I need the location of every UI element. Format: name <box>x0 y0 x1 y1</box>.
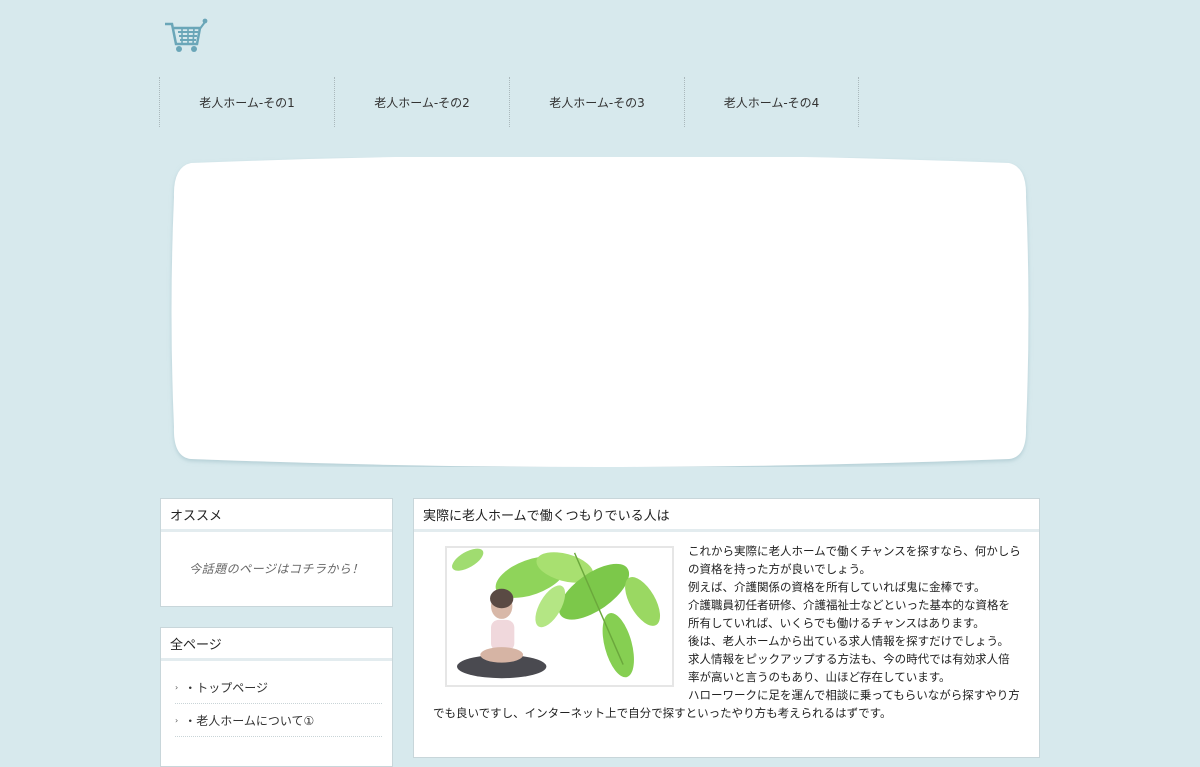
all-pages-box: 全ページ › ・トップページ › ・老人ホームについて① <box>160 627 393 767</box>
page-list-item[interactable]: › ・老人ホームについて① <box>175 704 382 737</box>
recommend-title: オススメ <box>161 499 392 532</box>
nav-item-3[interactable]: 老人ホーム-その3 <box>510 77 685 127</box>
article-paragraph: ハローワークに足を運んで相談に乗ってもらいながら探すやり方でも良いですし、インタ… <box>433 688 1020 720</box>
nav-item-1[interactable]: 老人ホーム-その1 <box>160 77 335 127</box>
page-list-item-label: ・トップページ <box>184 680 268 695</box>
article-body: これから実際に老人ホームで働くチャンスを探すなら、何かしらの資格を持った方が良い… <box>414 532 1039 722</box>
page-list-item-label: ・老人ホームについて① <box>184 713 315 728</box>
page-list-item[interactable]: › ・トップページ <box>175 671 382 704</box>
page-list: › ・トップページ › ・老人ホームについて① <box>161 661 392 737</box>
article-box: 実際に老人ホームで働くつもりでいる人は これから実際に老人ホームで働くチャンスを… <box>413 498 1040 758</box>
meditation-photo <box>445 546 674 687</box>
hero-panel <box>171 157 1029 467</box>
recommend-link[interactable]: 今話題のページはコチラから！ <box>161 532 392 604</box>
arrow-right-icon: › <box>175 682 179 692</box>
nav-item-2[interactable]: 老人ホーム-その2 <box>335 77 510 127</box>
arrow-right-icon: › <box>175 715 179 725</box>
article-title: 実際に老人ホームで働くつもりでいる人は <box>414 499 1039 532</box>
all-pages-title: 全ページ <box>161 628 392 661</box>
main-nav: 老人ホーム-その1 老人ホーム-その2 老人ホーム-その3 老人ホーム-その4 <box>159 77 859 127</box>
recommend-box: オススメ 今話題のページはコチラから！ <box>160 498 393 607</box>
shopping-cart-icon[interactable] <box>163 16 209 54</box>
nav-item-4[interactable]: 老人ホーム-その4 <box>685 77 859 127</box>
